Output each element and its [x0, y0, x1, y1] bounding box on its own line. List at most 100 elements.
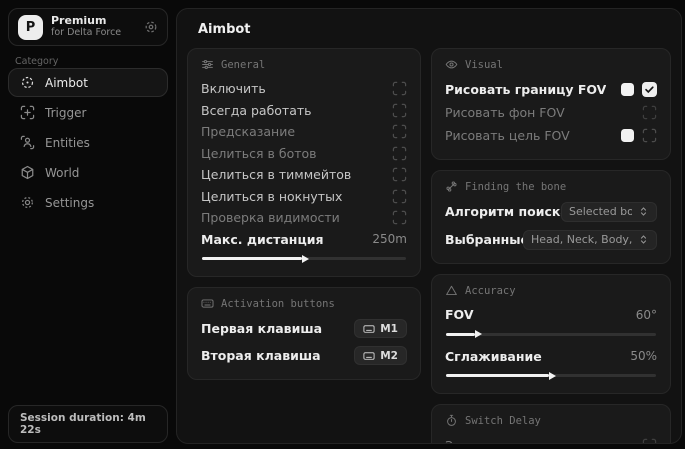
key-label: M1 [380, 323, 398, 335]
selected-bones-dropdown[interactable]: Head, Neck, Body, Pe.. [523, 230, 657, 250]
key-label: M2 [380, 350, 398, 362]
activation-buttons-card: Activation buttons Первая клавиша M1 Вто… [187, 287, 421, 380]
setting-label: Алгоритм поиска кост [445, 204, 561, 219]
setting-label: Задержка переключения [445, 438, 612, 444]
sidebar-item-settings[interactable]: Settings [8, 188, 168, 217]
stopwatch-icon [445, 414, 458, 427]
setting-row: Включить [201, 78, 407, 100]
second-key-button[interactable]: M2 [354, 346, 407, 365]
sidebar-item-label: Entities [45, 136, 90, 150]
color-swatch[interactable] [621, 83, 634, 96]
sidebar-item-label: Settings [45, 196, 94, 210]
app-logo: P [18, 15, 43, 40]
sync-icon[interactable] [144, 20, 158, 34]
setting-label: Целиться в ботов [201, 146, 317, 161]
sidebar-item-trigger[interactable]: Trigger [8, 98, 168, 127]
setting-label: Вторая клавиша [201, 348, 321, 363]
app-window: P Premium for Delta Force Category Aimbo… [0, 0, 685, 449]
setting-row: Целиться в ботов [201, 143, 407, 165]
keyboard-icon [201, 297, 214, 310]
setting-label: Всегда работать [201, 103, 312, 118]
checkbox[interactable] [392, 81, 407, 96]
main-panel: Aimbot General Включить [176, 8, 682, 444]
checkbox[interactable] [392, 124, 407, 139]
setting-label: Проверка видимости [201, 210, 340, 225]
dropdown-value: Head, Neck, Body, Pe.. [531, 233, 632, 246]
product-name: Premium [51, 15, 121, 28]
sidebar-item-aimbot[interactable]: Aimbot [8, 68, 168, 97]
product-subtitle: for Delta Force [51, 28, 121, 39]
visual-card: Visual Рисовать границу FOV [431, 48, 671, 160]
setting-label: Рисовать границу FOV [445, 82, 606, 97]
eye-icon [445, 58, 458, 71]
category-label: Category [15, 56, 58, 67]
max-distance-slider[interactable] [202, 257, 406, 260]
setting-label: Рисовать цель FOV [445, 128, 570, 143]
premium-card: P Premium for Delta Force [8, 8, 168, 46]
bone-algorithm-dropdown[interactable]: Selected bone [561, 202, 657, 222]
setting-label: FOV [445, 307, 474, 322]
triangle-icon [445, 284, 458, 297]
checkbox[interactable] [392, 189, 407, 204]
checkbox[interactable] [392, 146, 407, 161]
setting-label: Первая клавиша [201, 321, 322, 336]
session-duration-label: Session duration: 4m 22s [20, 412, 156, 436]
fov-slider[interactable] [446, 333, 656, 336]
sidebar-item-entities[interactable]: Entities [8, 128, 168, 157]
finding-bone-card: Finding the bone Алгоритм поиска кост Se… [431, 170, 671, 264]
sidebar-item-label: Trigger [45, 106, 86, 120]
setting-row: Всегда работать [201, 100, 407, 122]
slider-thumb[interactable] [302, 255, 309, 263]
slider-thumb[interactable] [549, 372, 556, 380]
setting-label: Сглаживание [445, 349, 542, 364]
sidebar-item-world[interactable]: World [8, 158, 168, 187]
setting-row: FOV 60° [445, 304, 657, 326]
sidebar-nav: Aimbot Trigger Entities [0, 68, 176, 218]
setting-row: Сглаживание 50% [445, 346, 657, 368]
setting-label: Макс. дистанция [201, 232, 324, 247]
dropdown-value: Selected bone [569, 205, 632, 218]
sidebar-item-label: World [45, 166, 79, 180]
checkbox[interactable] [392, 167, 407, 182]
card-title-label: Accuracy [465, 285, 516, 297]
color-swatch[interactable] [621, 129, 634, 142]
sliders-icon [201, 58, 214, 71]
smoothing-slider[interactable] [446, 374, 656, 377]
card-title-label: Switch Delay [465, 415, 541, 427]
setting-label: Целиться в тиммейтов [201, 167, 351, 182]
setting-row: Выбранные кос Head, Neck, Body, Pe.. [445, 228, 657, 251]
checkbox[interactable] [642, 438, 657, 444]
bone-icon [445, 180, 458, 193]
first-key-button[interactable]: M1 [354, 319, 407, 338]
page-title: Aimbot [198, 22, 681, 37]
session-duration: Session duration: 4m 22s [8, 405, 168, 443]
keyboard-icon [363, 323, 375, 335]
entities-icon [20, 135, 35, 150]
sidebar: P Premium for Delta Force Category Aimbo… [0, 0, 176, 449]
card-title-label: Activation buttons [221, 298, 335, 310]
setting-row: Проверка видимости [201, 207, 407, 229]
max-distance-value: 250m [372, 232, 407, 246]
setting-label: Выбранные кос [445, 232, 523, 247]
sidebar-item-label: Aimbot [45, 76, 88, 90]
setting-row: Целиться в тиммейтов [201, 164, 407, 186]
checkbox[interactable] [642, 128, 657, 143]
setting-row: Рисовать фон FOV [445, 101, 657, 124]
trigger-icon [20, 105, 35, 120]
card-title-label: General [221, 59, 265, 71]
slider-thumb[interactable] [475, 330, 482, 338]
checkbox[interactable] [392, 210, 407, 225]
setting-label: Целиться в нокнутых [201, 189, 342, 204]
card-title-label: Visual [465, 59, 503, 71]
setting-row: Вторая клавиша M2 [201, 344, 407, 367]
card-title-label: Finding the bone [465, 181, 566, 193]
checkbox[interactable] [642, 105, 657, 120]
unfold-icon [638, 234, 649, 245]
setting-label: Включить [201, 81, 266, 96]
setting-row: Целиться в нокнутых [201, 186, 407, 208]
unfold-icon [638, 206, 649, 217]
checkbox[interactable] [642, 82, 657, 97]
accuracy-card: Accuracy FOV 60° Сглаживание 50% [431, 274, 671, 394]
world-icon [20, 165, 35, 180]
checkbox[interactable] [392, 103, 407, 118]
